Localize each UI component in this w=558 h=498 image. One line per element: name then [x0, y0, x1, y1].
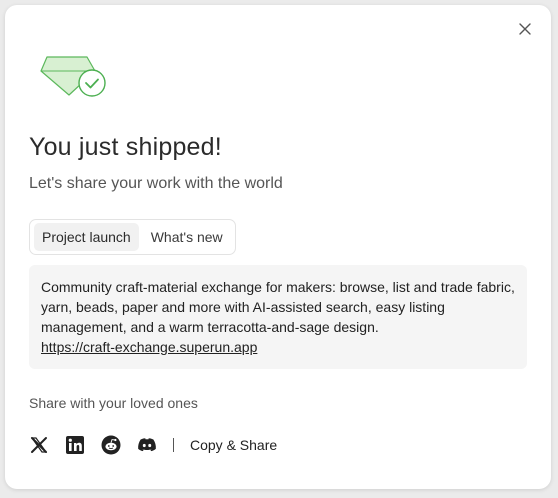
copy-share-button[interactable]: Copy & Share: [190, 437, 277, 453]
close-button[interactable]: [517, 21, 533, 37]
project-link[interactable]: https://craft-exchange.superun.app: [41, 339, 257, 355]
share-tabs: Project launch What's new: [29, 219, 236, 255]
tab-whats-new[interactable]: What's new: [143, 223, 231, 251]
tab-project-launch[interactable]: Project launch: [34, 223, 139, 251]
linkedin-icon: [66, 436, 84, 454]
share-reddit-button[interactable]: [101, 435, 121, 455]
share-label: Share with your loved ones: [29, 395, 198, 411]
share-message-box[interactable]: Community craft-material exchange for ma…: [29, 265, 527, 369]
share-actions: Copy & Share: [29, 433, 277, 457]
gem-check-icon: [40, 56, 106, 97]
divider: [173, 438, 174, 452]
close-icon: [519, 23, 531, 35]
share-message-text: Community craft-material exchange for ma…: [41, 279, 515, 335]
x-icon: [30, 437, 48, 453]
discord-icon: [138, 438, 156, 452]
shipped-illustration: [39, 53, 109, 105]
share-discord-button[interactable]: [137, 435, 157, 455]
share-x-button[interactable]: [29, 435, 49, 455]
modal-subtitle: Let's share your work with the world: [29, 175, 283, 192]
share-modal: You just shipped! Let's share your work …: [5, 5, 551, 489]
share-linkedin-button[interactable]: [65, 435, 85, 455]
modal-title: You just shipped!: [29, 133, 222, 161]
reddit-icon: [101, 435, 121, 455]
